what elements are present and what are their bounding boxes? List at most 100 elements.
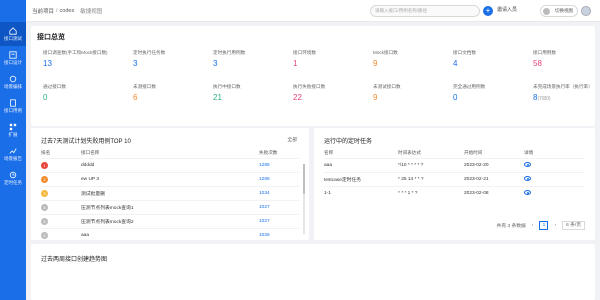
stat-number: 3 <box>133 59 138 68</box>
table-row[interactable]: aaa */10 * * * * ? 2023-02-20 <box>324 157 585 172</box>
count-cell[interactable]: 1034 <box>259 185 299 200</box>
breadcrumb-project[interactable]: 当前项目 <box>32 7 54 15</box>
extend-icon <box>9 123 17 131</box>
eye-icon[interactable] <box>524 189 531 195</box>
count-cell[interactable]: 1027 <box>259 199 299 214</box>
stat-value: 4 <box>453 59 513 68</box>
sidebar-item-4[interactable]: 扩展 <box>0 118 26 142</box>
stat-value: 13 <box>43 59 103 68</box>
stat-label: 执行失败接口数 <box>293 84 326 89</box>
add-button[interactable]: + <box>483 6 493 16</box>
prev-page[interactable]: ‹ <box>532 223 534 228</box>
stat-label: 完全通过用例数 <box>453 84 486 89</box>
sidebar-item-2[interactable]: 场景编排 <box>0 70 26 94</box>
table-row[interactable]: 2 ew UP 3 1285 <box>41 171 299 186</box>
scroll-thumb[interactable] <box>303 164 305 194</box>
top10-table: 排名 接口名称 失败次数 1 ddddd 1285 2 ew UP 3 1285 3 测试批量… <box>41 148 299 242</box>
count-cell[interactable]: 1026 <box>259 227 299 242</box>
count-cell[interactable]: 1027 <box>259 213 299 228</box>
rank-badge: 2 <box>41 175 48 183</box>
switch-label: 切换视图 <box>555 8 573 13</box>
stat-label: 定时执行用例数 <box>213 50 246 55</box>
report-icon <box>9 147 17 155</box>
name-cell: ew UP 3 <box>81 171 259 186</box>
col-name: 接口名称 <box>81 149 100 155</box>
table-row[interactable]: 1 ddddd 1285 <box>41 157 299 172</box>
stat-number: 3 <box>213 59 218 68</box>
stat-label: 定时执行任务数 <box>133 50 166 55</box>
table-row[interactable]: 6 aaa 1026 <box>41 227 299 242</box>
stat-label: 执行中接口数 <box>213 84 241 89</box>
task-name-cell: 1-1 <box>324 185 398 200</box>
scrollbar[interactable] <box>303 164 305 234</box>
count-cell[interactable]: 1285 <box>259 171 299 186</box>
sidebar-item-3[interactable]: 接口用例 <box>0 94 26 118</box>
sidebar-item-1[interactable]: 接口设计 <box>0 46 26 70</box>
stat-number: 0 <box>43 93 48 102</box>
invite-button[interactable]: 邀请入员 <box>497 6 517 13</box>
stat-label: 接口调查数(手工和Mock接口数) <box>43 50 108 55</box>
overview-title: 接口总览 <box>37 34 65 41</box>
switch-view-toggle[interactable]: 切换视图 <box>540 5 578 17</box>
table-row[interactable]: testcase定时任务 * 25 14 * * ? 2023-02-21 <box>324 171 585 186</box>
timer-icon <box>9 171 17 179</box>
stat-item: 接口调查数(手工和Mock接口数) 13 <box>43 50 108 68</box>
sidebar-item-label: 扩展 <box>8 132 18 138</box>
stat-label: 通过接口数 <box>43 84 66 89</box>
start-cell: 2023-02-08 <box>464 185 524 200</box>
table-row[interactable]: 5 压测节点列表mock查询2 1027 <box>41 213 299 228</box>
view-mode[interactable]: 敏捷视图 <box>80 7 102 15</box>
col-detail: 详情 <box>524 149 534 155</box>
stat-item: 执行中接口数 21 <box>213 84 273 102</box>
top10-title: 过去7天测试计划失败用例TOP 10 <box>41 139 131 145</box>
col-cron: 时间表达式 <box>398 149 421 155</box>
sidebar-item-6[interactable]: 定时任务 <box>0 166 26 190</box>
search-input[interactable]: 请输入接口/用例名称/路径 <box>370 5 480 17</box>
rank-cell: 1 <box>41 157 81 172</box>
start-cell: 2023-02-21 <box>464 171 524 186</box>
page-size-select[interactable]: 6 条/页 <box>562 221 585 230</box>
table-row[interactable]: 4 压测节点列表mock查询1 1027 <box>41 199 299 214</box>
col-task-name: 名称 <box>324 149 334 155</box>
stat-item: 未完成场景执行率（执行率） 8(7/80) <box>533 84 593 102</box>
trend-title: 过去两周接口创建趋势图 <box>41 257 108 263</box>
rank-badge: 3 <box>41 189 48 197</box>
stat-value: 0 <box>43 93 103 102</box>
tasks-title: 运行中的定时任务 <box>324 139 373 145</box>
invite-label: 邀请入员 <box>497 7 518 13</box>
count-cell[interactable]: 1285 <box>259 157 299 172</box>
avatar[interactable] <box>581 6 591 16</box>
page-number[interactable]: 1 <box>539 221 549 230</box>
home-icon <box>9 26 17 35</box>
sidebar-item-label: 接口测试 <box>4 36 22 42</box>
task-name-cell: aaa <box>324 157 398 172</box>
logo <box>0 0 26 22</box>
top10-card: 过去7天测试计划失败用例TOP 10 全部 排名 接口名称 失败次数 1 dddd… <box>31 128 309 242</box>
breadcrumb-repo[interactable]: codes <box>60 8 75 14</box>
stat-item: 通过接口数 0 <box>43 84 103 102</box>
eye-icon[interactable] <box>524 161 531 167</box>
sidebar-item-0[interactable]: 接口测试 <box>0 22 26 46</box>
stat-number: 21 <box>213 93 222 102</box>
stat-value: 58 <box>533 59 593 68</box>
stat-value: 3 <box>213 59 273 68</box>
name-cell: 测试批量删 <box>81 185 259 200</box>
table-row[interactable]: 3 测试批量删 1034 <box>41 185 299 200</box>
stat-item: 未测接口数 6 <box>133 84 193 102</box>
stat-value: 9 <box>373 93 433 102</box>
sidebar-item-label: 接口用例 <box>4 108 22 114</box>
stat-item: 定时执行任务数 3 <box>133 50 193 68</box>
sidebar-item-label: 定时任务 <box>4 180 22 186</box>
next-page[interactable]: › <box>554 223 556 228</box>
stat-label: Mock接口数 <box>373 50 398 55</box>
stat-value: 0 <box>453 93 513 102</box>
stat-item: 完全通过用例数 0 <box>453 84 513 102</box>
top10-filter[interactable]: 全部 <box>287 136 297 143</box>
sidebar-item-5[interactable]: 场景报告 <box>0 142 26 166</box>
stat-item: 定时执行用例数 3 <box>213 50 273 68</box>
stat-label: 接口环境数 <box>293 50 316 55</box>
table-row[interactable]: 1-1 * * * 1 * ? 2023-02-08 <box>324 185 585 200</box>
name-cell: aaa <box>81 227 259 242</box>
col-start: 开始时间 <box>464 149 483 155</box>
eye-icon[interactable] <box>524 175 531 181</box>
